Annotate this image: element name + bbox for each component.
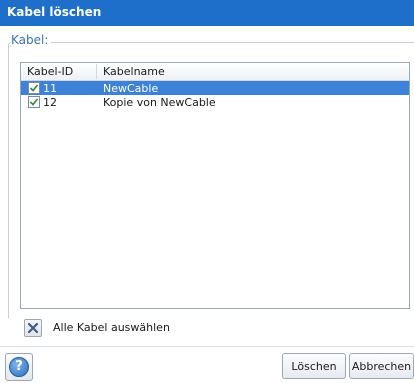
cable-group-label: Kabel: [11, 33, 52, 47]
cancel-button[interactable]: Abbrechen [349, 353, 414, 379]
cable-list[interactable]: Kabel-ID Kabelname 11 NewCable 12 Kopie … [20, 62, 410, 309]
row-cable-id: 11 [43, 82, 57, 95]
help-button[interactable]: ? [5, 353, 33, 381]
cross-icon [27, 322, 39, 334]
column-header-name[interactable]: Kabelname [103, 65, 165, 78]
list-header: Kabel-ID Kabelname [21, 63, 409, 81]
help-icon: ? [9, 357, 29, 377]
title-bar: Kabel löschen [0, 0, 414, 26]
row-cable-name: Kopie von NewCable [103, 96, 216, 109]
delete-button[interactable]: Löschen [282, 353, 346, 379]
row-checkbox[interactable] [28, 82, 40, 94]
row-checkbox[interactable] [28, 96, 40, 108]
checkmark-icon [29, 98, 39, 106]
select-all-toggle[interactable] [24, 319, 42, 337]
row-cable-name: NewCable [103, 82, 159, 95]
footer-divider [0, 346, 414, 347]
column-header-id[interactable]: Kabel-ID [27, 65, 73, 78]
column-separator[interactable] [96, 64, 97, 79]
list-row[interactable]: 12 Kopie von NewCable [21, 95, 409, 109]
select-all-label[interactable]: Alle Kabel auswählen [53, 321, 170, 334]
window-title: Kabel löschen [7, 5, 102, 19]
list-row[interactable]: 11 NewCable [21, 81, 409, 95]
checkmark-icon [29, 84, 39, 92]
row-cable-id: 12 [43, 96, 57, 109]
